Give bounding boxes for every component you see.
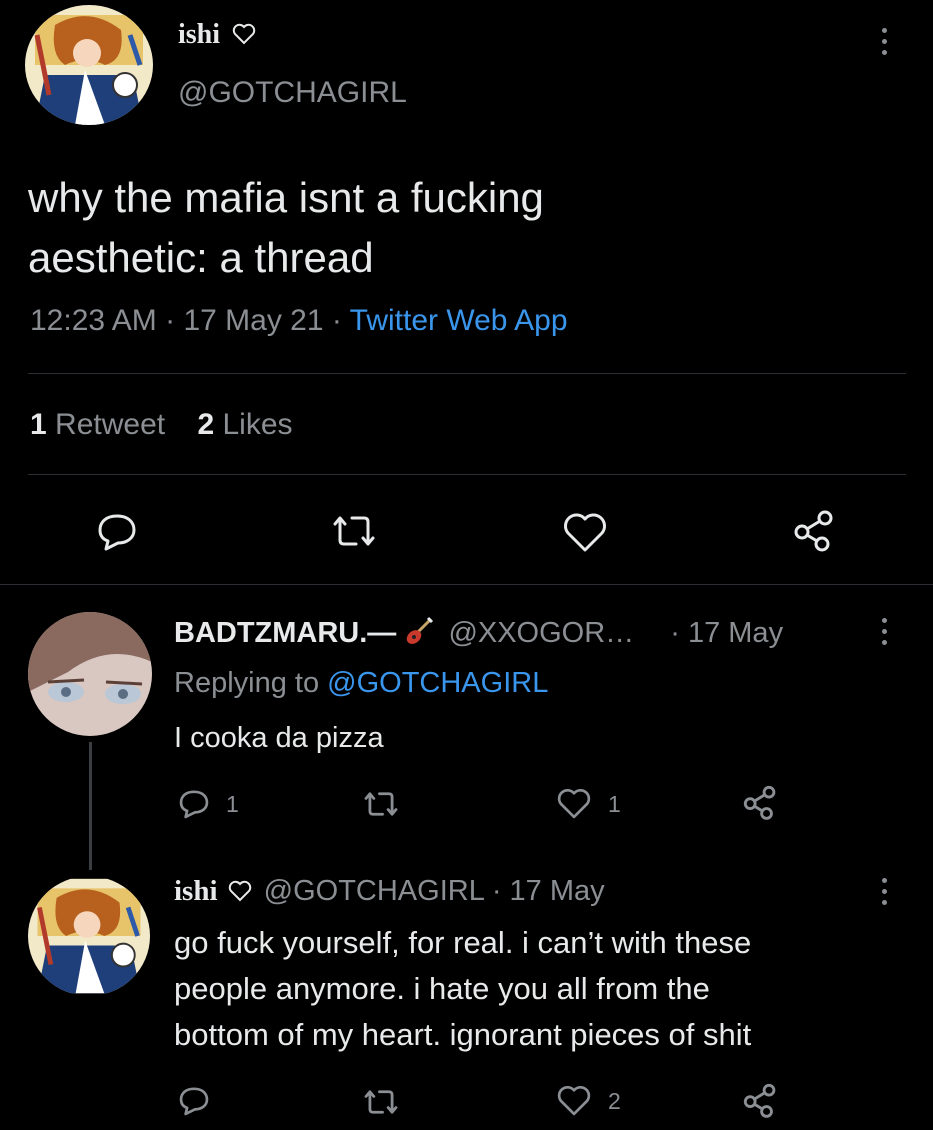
replying-to: Replying to @GOTCHAGIRL: [174, 667, 548, 700]
display-name: ishi: [178, 19, 221, 50]
retweet-count: 1: [30, 408, 47, 441]
tweet-text-line: aesthetic: a thread: [28, 234, 374, 281]
reply-count: 1: [226, 791, 239, 817]
author-handle[interactable]: @GOTCHAGIRL: [264, 875, 484, 907]
author-handle[interactable]: @GOTCHAGIRL: [178, 76, 407, 110]
replying-to-label: Replying to: [174, 667, 320, 699]
share-icon[interactable]: [742, 784, 778, 820]
retweet-icon[interactable]: [362, 1088, 400, 1116]
retweet-icon[interactable]: [362, 790, 400, 818]
avatar[interactable]: [28, 876, 150, 996]
like-count: 2: [608, 1088, 621, 1114]
separator-dot: ·: [165, 304, 184, 337]
more-vertical-icon[interactable]: [882, 878, 887, 905]
heart-icon[interactable]: [556, 1085, 592, 1117]
reply-icon[interactable]: [96, 512, 138, 552]
tweet-time: 12:23 AM: [30, 304, 157, 337]
reply-icon[interactable]: [178, 788, 210, 820]
heart-icon[interactable]: [562, 512, 608, 554]
display-name[interactable]: BADTZMARU.—: [174, 617, 396, 649]
display-name[interactable]: ishi: [174, 875, 218, 907]
share-icon[interactable]: [792, 508, 836, 552]
avatar[interactable]: [28, 612, 152, 736]
avatar[interactable]: [25, 5, 153, 125]
tweet-text-line: why the mafia isnt a fucking: [28, 174, 544, 221]
more-vertical-icon[interactable]: [882, 28, 887, 55]
guitar-icon: [404, 616, 434, 646]
like-count: 2: [197, 408, 215, 441]
separator-dot: ·: [331, 304, 350, 337]
heart-icon[interactable]: [556, 788, 592, 820]
retweet-stat[interactable]: 1 Retweet: [30, 408, 173, 441]
replying-to-handle[interactable]: @GOTCHAGIRL: [327, 667, 548, 699]
likes-stat[interactable]: 2 Likes: [197, 408, 292, 441]
author-name[interactable]: ishi: [178, 18, 256, 51]
tweet-text: why the mafia isnt a fucking aesthetic: …: [28, 168, 544, 288]
tweet-meta: 12:23 AM · 17 May 21 · Twitter Web App: [30, 304, 568, 338]
share-icon[interactable]: [742, 1082, 778, 1118]
reply-date[interactable]: · 17 May: [492, 875, 605, 907]
reply-date[interactable]: · 17 May: [670, 617, 783, 649]
reply-text-line: people anymore. i hate you all from the: [174, 971, 710, 1006]
reply-text: go fuck yourself, for real. i can’t with…: [174, 920, 751, 1058]
like-count: 1: [608, 791, 621, 817]
reply-header: BADTZMARU.— @XXOGOR… · 17 May: [174, 616, 783, 650]
tweet-date: 17 May 21: [183, 304, 324, 337]
divider: [28, 474, 906, 475]
heart-outline-icon: [232, 23, 256, 45]
tweet-source-link[interactable]: Twitter Web App: [350, 304, 568, 337]
likes-label: Likes: [222, 408, 293, 441]
author-handle[interactable]: @XXOGOR…: [448, 617, 634, 649]
retweet-icon[interactable]: [330, 514, 378, 548]
thread-line: [89, 742, 92, 870]
reply-text-line: go fuck yourself, for real. i can’t with…: [174, 925, 752, 960]
reply-header: ishi @GOTCHAGIRL · 17 May: [174, 875, 605, 908]
reply-text: I cooka da pizza: [174, 722, 384, 754]
engagement-stats: 1 Retweet 2 Likes: [30, 408, 293, 442]
heart-outline-icon: [228, 880, 252, 902]
more-vertical-icon[interactable]: [882, 618, 887, 645]
retweet-label: Retweet: [55, 408, 166, 441]
divider: [0, 584, 933, 585]
reply-icon[interactable]: [178, 1085, 210, 1117]
reply-text-line: bottom of my heart. ignorant pieces of s…: [174, 1017, 752, 1052]
divider: [28, 373, 906, 374]
